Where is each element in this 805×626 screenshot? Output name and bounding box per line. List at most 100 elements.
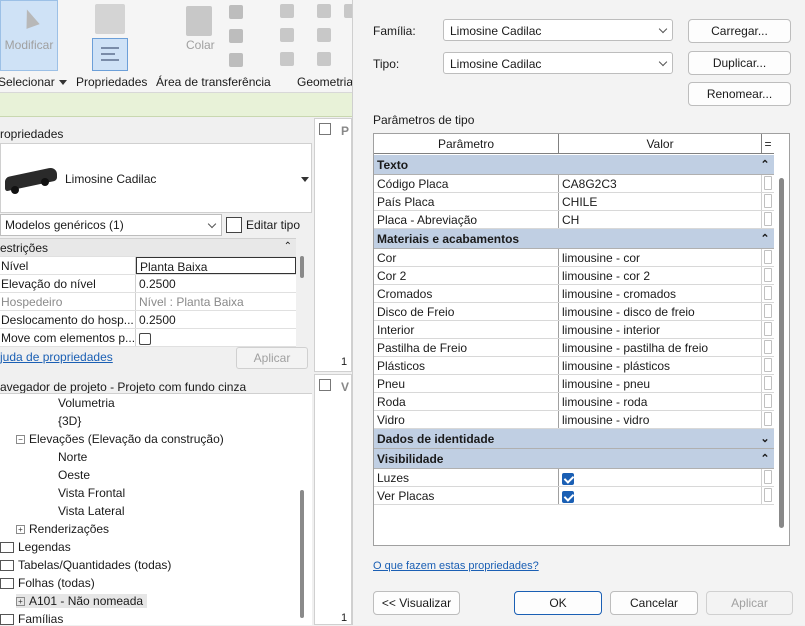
formula-cell[interactable] — [762, 193, 774, 210]
parameter-value[interactable]: limousine - plásticos — [559, 357, 762, 374]
tree-item[interactable]: Volumetria — [58, 396, 115, 410]
parameter-row[interactable]: Pastilha de Freio limousine - pastilha de… — [374, 339, 774, 357]
parameter-row[interactable]: Cor 2 limousine - cor 2 — [374, 267, 774, 285]
formula-cell[interactable] — [762, 211, 774, 228]
view-tab-2[interactable]: V 1 — [314, 374, 352, 625]
parameter-value[interactable]: limousine - interior — [559, 321, 762, 338]
browser-scrollbar[interactable] — [300, 490, 304, 618]
properties-help-link[interactable]: juda de propriedades — [0, 350, 113, 364]
parameter-value[interactable]: limousine - vidro — [559, 411, 762, 428]
scroll-thumb[interactable] — [779, 178, 784, 528]
join-icon[interactable] — [280, 52, 294, 66]
parameter-checkbox[interactable] — [562, 490, 574, 503]
tree-item[interactable]: + Renderizações — [16, 522, 109, 536]
parameter-checkbox[interactable] — [562, 472, 574, 485]
category-restricoes[interactable]: estrições ⌃ — [0, 239, 296, 257]
familia-combo[interactable]: Limosine Cadilac — [443, 19, 673, 41]
property-row[interactable]: Nível Planta Baixa — [0, 257, 296, 275]
cope-icon[interactable] — [280, 4, 294, 18]
visualizar-button[interactable]: << Visualizar — [373, 591, 460, 615]
edit-type-button[interactable]: Editar tipo — [226, 214, 300, 236]
collapse-icon[interactable]: ⌃ — [756, 452, 774, 468]
parameter-row[interactable]: País Placa CHILE — [374, 193, 774, 211]
properties-icon[interactable] — [92, 38, 128, 71]
modificar-button[interactable]: Modificar — [0, 0, 58, 71]
expand-icon[interactable]: + — [16, 596, 25, 606]
parameter-value[interactable]: limousine - cromados — [559, 285, 762, 302]
parameter-row[interactable]: Disco de Freio limousine - disco de freio — [374, 303, 774, 321]
parameter-value[interactable] — [559, 469, 762, 486]
tree-item-selected[interactable]: + A101 - Não nomeada — [16, 594, 148, 608]
parameter-row[interactable]: Vidro limousine - vidro — [374, 411, 774, 429]
tree-item[interactable]: {3D} — [58, 414, 81, 428]
table-scrollbar[interactable] — [775, 134, 789, 545]
formula-cell[interactable] — [762, 469, 774, 486]
parameter-row[interactable]: Cor limousine - cor — [374, 249, 774, 267]
tree-item[interactable]: Norte — [58, 450, 87, 464]
parameter-category[interactable]: Texto ⌃ — [374, 155, 774, 175]
formula-cell[interactable] — [762, 357, 774, 374]
copy-icon[interactable] — [229, 29, 243, 43]
parameter-row[interactable]: Placa - Abreviação CH — [374, 211, 774, 229]
collapse-icon[interactable]: − — [16, 434, 25, 444]
selecionar-dropdown[interactable]: Selecionar — [0, 75, 67, 89]
parameter-row[interactable]: Luzes — [374, 469, 774, 487]
parameter-value[interactable]: CH — [559, 211, 762, 228]
collapse-icon[interactable]: ⌃ — [756, 158, 774, 174]
parameter-value[interactable]: limousine - cor — [559, 249, 762, 266]
split-face-icon[interactable] — [317, 28, 331, 42]
tree-item[interactable]: Vista Lateral — [58, 504, 125, 518]
parameter-category[interactable]: Dados de identidade ⌄ — [374, 429, 774, 449]
parameter-value[interactable] — [559, 487, 762, 504]
apply-button[interactable]: Aplicar — [236, 347, 308, 369]
parameter-value[interactable]: limousine - disco de freio — [559, 303, 762, 320]
collapse-icon[interactable]: ⌄ — [756, 432, 774, 448]
formula-cell[interactable] — [762, 285, 774, 302]
aplicar-button[interactable]: Aplicar — [706, 591, 793, 615]
parameter-row[interactable]: Pneu limousine - pneu — [374, 375, 774, 393]
parameter-value[interactable]: limousine - roda — [559, 393, 762, 410]
property-row[interactable]: Elevação do nível 0.2500 — [0, 275, 296, 293]
formula-cell[interactable] — [762, 339, 774, 356]
tipo-combo[interactable]: Limosine Cadilac — [443, 52, 673, 74]
chevron-down-icon[interactable] — [301, 177, 309, 182]
formula-cell[interactable] — [762, 487, 774, 504]
parameter-row[interactable]: Código Placa CA8G2C3 — [374, 175, 774, 193]
properties-scrollbar[interactable] — [300, 256, 304, 278]
family-type-icon[interactable] — [95, 4, 125, 34]
property-row[interactable]: Hospedeiro Nível : Planta Baixa — [0, 293, 296, 311]
duplicar-button[interactable]: Duplicar... — [688, 51, 791, 75]
instance-filter-combo[interactable]: Modelos genéricos (1) — [0, 214, 222, 236]
formula-cell[interactable] — [762, 175, 774, 192]
wall-joins-icon[interactable] — [317, 4, 331, 18]
expand-icon[interactable]: + — [16, 524, 25, 534]
cancelar-button[interactable]: Cancelar — [610, 591, 698, 615]
parameter-value[interactable]: limousine - pneu — [559, 375, 762, 392]
formula-cell[interactable] — [762, 249, 774, 266]
move-with-checkbox[interactable] — [139, 332, 151, 345]
parameter-row[interactable]: Interior limousine - interior — [374, 321, 774, 339]
cut-icon[interactable] — [229, 5, 243, 19]
type-selector[interactable]: Limosine Cadilac — [0, 143, 312, 213]
parameter-category[interactable]: Visibilidade ⌃ — [374, 449, 774, 469]
formula-cell[interactable] — [762, 393, 774, 410]
renomear-button[interactable]: Renomear... — [688, 82, 791, 106]
parameter-value[interactable]: limousine - pastilha de freio — [559, 339, 762, 356]
formula-cell[interactable] — [762, 321, 774, 338]
carregar-button[interactable]: Carregar... — [688, 19, 791, 43]
tree-item[interactable]: Oeste — [58, 468, 90, 482]
parameter-value[interactable]: CA8G2C3 — [559, 175, 762, 192]
help-link[interactable]: O que fazem estas propriedades? — [373, 560, 539, 572]
paste-icon[interactable] — [186, 6, 212, 36]
parameter-row[interactable]: Plásticos limousine - plásticos — [374, 357, 774, 375]
nivel-value[interactable]: Planta Baixa — [136, 257, 296, 274]
tree-item[interactable]: Famílias — [0, 612, 63, 626]
tree-item[interactable]: Legendas — [0, 540, 71, 554]
formula-cell[interactable] — [762, 303, 774, 320]
formula-cell[interactable] — [762, 411, 774, 428]
parameter-category[interactable]: Materiais e acabamentos ⌃ — [374, 229, 774, 249]
tree-item[interactable]: − Elevações (Elevação da construção) — [16, 432, 224, 446]
property-row[interactable]: Move com elementos p... — [0, 329, 296, 347]
paint-icon[interactable] — [317, 52, 331, 66]
formula-cell[interactable] — [762, 267, 774, 284]
